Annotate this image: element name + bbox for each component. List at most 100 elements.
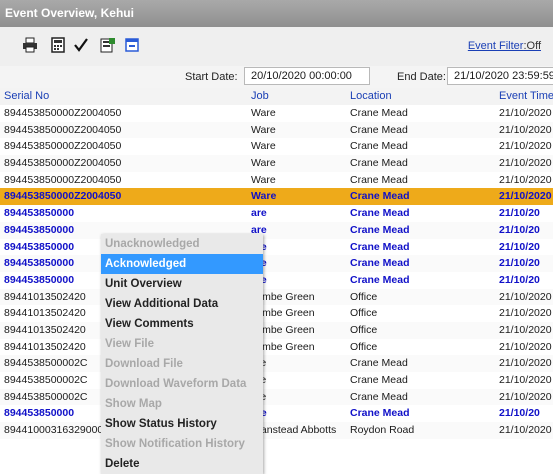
table-row[interactable]: 894453850000areCrane Mead21/10/20	[0, 405, 553, 423]
date-range-bar: Start Date: 20/10/2020 00:00:00 End Date…	[0, 66, 553, 88]
cell-time: 21/10/20	[499, 257, 540, 270]
start-date-label: Start Date:	[185, 71, 238, 83]
cell-time: 21/10/2020	[499, 357, 552, 370]
cell-serial: 894453850000Z2004050	[4, 107, 122, 119]
cell-location: Crane Mead	[350, 390, 408, 403]
cell-job: are	[251, 407, 347, 419]
menu-item-show-notification-history: Show Notification History	[105, 438, 245, 450]
cell-job: are	[251, 274, 347, 286]
cell-job: are	[251, 241, 347, 253]
table-row[interactable]: 894453850000Z2004050 Ware Crane Mead 21/10/…	[0, 171, 553, 189]
event-table-body: 894453850000Z2004050 Ware Crane Mead 21/10/…	[0, 105, 553, 439]
event-filter-label[interactable]: Event Filter	[468, 40, 524, 52]
cell-time: 21/10/20	[499, 240, 540, 253]
menu-item-show-status-history[interactable]: Show Status History	[101, 414, 263, 434]
cell-job: are	[251, 207, 267, 220]
table-row[interactable]: 894453850000areCrane Mead21/10/20	[0, 205, 553, 222]
cell-location: Crane Mead	[350, 190, 410, 203]
cell-job: combe Green	[251, 290, 315, 303]
cell-job: are	[251, 374, 347, 386]
checkmark-icon[interactable]	[73, 37, 89, 53]
calculator-icon[interactable]	[50, 37, 66, 53]
cell-job: are	[251, 223, 267, 236]
table-row[interactable]: 894453850000Z2004050 Ware Crane Mead 21/10/…	[0, 105, 553, 122]
cell-location: Crane Mead	[350, 273, 410, 286]
cell-location: Crane Mead	[350, 223, 410, 236]
cell-time: 21/10/2020	[499, 140, 552, 153]
cell-time: 21/10/2020	[499, 123, 552, 136]
cell-job: are	[251, 257, 347, 269]
table-row[interactable]: 894453850000Z2004050 Ware Crane Mead 21/10/…	[0, 121, 553, 139]
end-date-label: End Date:	[397, 71, 446, 83]
cell-job: Ware	[251, 123, 276, 136]
column-header-event-time[interactable]: Event Time	[499, 90, 553, 102]
cell-job: Ware	[251, 190, 277, 203]
export-icon[interactable]	[100, 37, 116, 53]
cell-location: Crane Mead	[350, 407, 410, 420]
cell-location: Crane Mead	[350, 257, 410, 270]
cell-time: 21/10/2020	[499, 374, 552, 386]
cell-job: Ware	[251, 173, 276, 186]
table-row[interactable]: 8944538500002CareCrane Mead21/10/2020	[0, 372, 553, 389]
menu-item-view-comments[interactable]: View Comments	[101, 314, 263, 334]
cell-job: combe Green	[251, 323, 315, 336]
menu-item-show-map: Show Map	[105, 398, 162, 410]
cell-location: Crane Mead	[350, 173, 408, 186]
cell-location: Crane Mead	[350, 107, 408, 119]
menu-item-view-additional-data[interactable]: View Additional Data	[101, 294, 263, 314]
event-filter-link[interactable]: Event Filter:Off	[468, 40, 541, 52]
end-date-field[interactable]: 21/10/2020 23:59:59	[447, 67, 553, 85]
cell-location: Roydon Road	[350, 424, 415, 437]
start-date-field[interactable]: 20/10/2020 00:00:00	[244, 67, 370, 85]
cell-job: Ware	[251, 140, 276, 153]
cell-time: 21/10/20	[499, 273, 540, 286]
cell-time: 21/10/2020	[499, 390, 552, 403]
table-row[interactable]: 894453850000areCrane Mead21/10/20	[0, 255, 553, 272]
table-row[interactable]: 894453850000Z2004050 Ware Crane Mead 21/10/…	[0, 155, 553, 172]
table-row[interactable]: 894453850000areCrane Mead21/10/20	[0, 271, 553, 289]
cell-location: Crane Mead	[350, 123, 408, 136]
table-row[interactable]: 89441000316329000 Stanstead Abbotts Roydon…	[0, 422, 553, 439]
window-title: Event Overview, Kehui	[0, 0, 553, 27]
column-header-job[interactable]: Job	[251, 90, 269, 102]
table-row[interactable]: 894453850000areCrane Mead21/10/20	[0, 221, 553, 239]
menu-item-acknowledged[interactable]: Acknowledged	[101, 254, 263, 274]
table-row[interactable]: 8944538500002CareCrane Mead21/10/2020	[0, 355, 553, 372]
cell-time: 21/10/2020	[499, 290, 552, 303]
cell-job: Stanstead Abbotts	[251, 424, 337, 437]
cell-job: are	[251, 391, 347, 403]
table-header: Serial No Job Location Event Time	[0, 88, 553, 106]
table-row[interactable]: 894453850000Z2004050 Ware Crane Mead 21/10/…	[0, 188, 553, 206]
menu-item-unit-overview[interactable]: Unit Overview	[101, 274, 263, 294]
table-row[interactable]: 89441013502420 combe Green Office 21/10/202…	[0, 321, 553, 339]
table-row[interactable]: 89441013502420 combe Green Office 21/10/202…	[0, 288, 553, 306]
table-row[interactable]: 8944538500002CareCrane Mead21/10/2020	[0, 388, 553, 406]
cell-serial: 894453850000Z2004050	[4, 123, 122, 136]
cell-time: 21/10/2020	[499, 340, 552, 353]
cell-job: are	[251, 357, 347, 369]
table-row[interactable]: 894453850000Z2004050 Ware Crane Mead 21/10/…	[0, 138, 553, 156]
window-icon[interactable]	[124, 37, 140, 53]
menu-item-unacknowledged: Unacknowledged	[105, 238, 200, 250]
cell-location: Crane Mead	[350, 374, 408, 386]
table-row[interactable]: 89441013502420 combe Green Office 21/10/202…	[0, 338, 553, 356]
cell-location: Crane Mead	[350, 240, 410, 253]
cell-location: Office	[350, 290, 378, 303]
table-row[interactable]: 894453850000areCrane Mead21/10/20	[0, 238, 553, 256]
menu-item-download-file: Download File	[105, 358, 183, 370]
cell-job: combe Green	[251, 340, 315, 353]
menu-item-view-file: View File	[105, 338, 155, 350]
cell-serial: 894453850000Z2004050	[4, 157, 122, 170]
table-row[interactable]: 89441013502420 combe Green Office 21/10/202…	[0, 305, 553, 322]
cell-serial: 894453850000	[4, 207, 75, 220]
column-header-location[interactable]: Location	[350, 90, 392, 102]
cell-serial: 894453850000Z2004050	[4, 140, 122, 153]
cell-time: 21/10/2020	[499, 157, 552, 170]
print-icon[interactable]	[22, 37, 38, 53]
menu-item-delete[interactable]: Delete	[101, 454, 263, 474]
toolbar: Event Filter:Off	[0, 27, 553, 66]
column-header-serial[interactable]: Serial No	[4, 90, 49, 102]
cell-location: Office	[350, 307, 378, 320]
cell-location: Crane Mead	[350, 140, 408, 153]
cell-time: 21/10/2020	[499, 173, 552, 186]
